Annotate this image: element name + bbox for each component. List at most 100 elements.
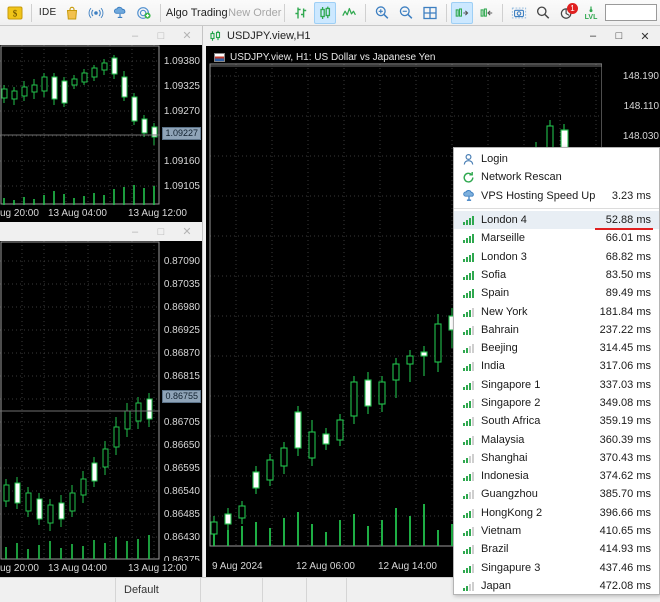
- server-item[interactable]: Marseille66.01 ms: [454, 229, 659, 247]
- price-level: 1.09380: [164, 57, 200, 67]
- status-profile-label: Default: [124, 584, 159, 596]
- menu-item-vps-hosting-speed-up[interactable]: VPS Hosting Speed Up3.23 ms: [454, 187, 659, 205]
- server-item[interactable]: Singapure 3437.46 ms: [454, 559, 659, 577]
- left-bottom-chart-titlebar[interactable]: – □ ✕: [0, 222, 202, 241]
- server-name: Sofia: [477, 269, 606, 281]
- server-name: London 3: [477, 251, 606, 263]
- minimize-icon[interactable]: –: [122, 223, 148, 240]
- left-top-time-axis: ug 20:00 13 Aug 04:00 13 Aug 12:00: [0, 206, 202, 222]
- status-cell-empty-2: [201, 578, 263, 602]
- server-item[interactable]: Japan472.08 ms: [454, 577, 659, 595]
- close-icon[interactable]: ✕: [632, 28, 658, 45]
- signal-icon: [460, 563, 477, 573]
- toolbar-search-input[interactable]: [605, 4, 657, 21]
- signal-icon: [460, 343, 477, 353]
- maximize-icon[interactable]: □: [606, 28, 632, 45]
- maximize-icon[interactable]: □: [148, 27, 174, 44]
- new-order-label: New Order: [224, 7, 281, 19]
- new-order-button[interactable]: New Order: [226, 2, 279, 24]
- grid-icon[interactable]: [419, 2, 441, 24]
- minimize-icon[interactable]: –: [580, 28, 606, 45]
- volume-level-icon[interactable]: LVL: [580, 2, 602, 24]
- algo-trading-button[interactable]: Algo Trading: [165, 2, 224, 24]
- current-price-tag: 1.09227: [162, 127, 201, 140]
- server-name: Marseille: [477, 232, 606, 244]
- close-icon[interactable]: ✕: [174, 223, 200, 240]
- status-cell-empty-3: [263, 578, 307, 602]
- server-item[interactable]: Beejing314.45 ms: [454, 339, 659, 357]
- currency-exchange-icon[interactable]: $: [4, 2, 26, 24]
- server-item[interactable]: Singapore 1337.03 ms: [454, 376, 659, 394]
- server-item[interactable]: Vietnam410.65 ms: [454, 522, 659, 540]
- server-item[interactable]: Spain89.49 ms: [454, 284, 659, 302]
- menu-item-network-rescan[interactable]: Network Rescan: [454, 168, 659, 186]
- candlestick-window-icon: [209, 30, 222, 42]
- server-item[interactable]: HongKong 2396.66 ms: [454, 504, 659, 522]
- server-item[interactable]: Sofia83.50 ms: [454, 266, 659, 284]
- zoom-out-icon[interactable]: [395, 2, 417, 24]
- zoom-in-icon[interactable]: [371, 2, 393, 24]
- server-latency: 66.01 ms: [606, 232, 651, 244]
- maximize-icon[interactable]: □: [148, 223, 174, 240]
- price-level: 0.86485: [164, 510, 200, 520]
- server-latency: 396.66 ms: [600, 507, 651, 519]
- signal-strength-icon: [463, 380, 474, 390]
- signal-icon: [460, 288, 477, 298]
- signal-strength-icon: [463, 563, 474, 573]
- server-item[interactable]: New York181.84 ms: [454, 302, 659, 320]
- selected-server-underline: [595, 228, 653, 230]
- server-item[interactable]: Malaysia360.39 ms: [454, 430, 659, 448]
- scroll-end-icon[interactable]: [451, 2, 473, 24]
- server-latency: 410.65 ms: [600, 525, 651, 537]
- time-label: 9 Aug 2024: [212, 561, 263, 572]
- left-top-chart-titlebar[interactable]: – □ ✕: [0, 26, 202, 45]
- line-chart-icon[interactable]: [338, 2, 360, 24]
- vps-cloud-icon[interactable]: [109, 2, 131, 24]
- notifications-icon[interactable]: 1: [556, 2, 578, 24]
- signal-icon: [460, 435, 477, 445]
- ide-button[interactable]: IDE: [37, 2, 59, 24]
- server-latency: 181.84 ms: [600, 306, 651, 318]
- server-name: London 4: [477, 214, 606, 226]
- time-label: 13 Aug 04:00: [48, 563, 107, 574]
- status-profile-cell[interactable]: Default: [116, 578, 201, 602]
- signal-icon: [460, 508, 477, 518]
- signals-icon[interactable]: [85, 2, 107, 24]
- minimize-icon[interactable]: –: [122, 27, 148, 44]
- bar-chart-icon[interactable]: [290, 2, 312, 24]
- price-level: 0.86540: [164, 487, 200, 497]
- signal-icon: [460, 471, 477, 481]
- close-icon[interactable]: ✕: [174, 27, 200, 44]
- main-chart-titlebar[interactable]: USDJPY.view,H1 – □ ✕: [203, 26, 660, 46]
- server-item[interactable]: Singapore 2349.08 ms: [454, 394, 659, 412]
- server-name: Indonesia: [477, 470, 600, 482]
- server-item[interactable]: Indonesia374.62 ms: [454, 467, 659, 485]
- server-item[interactable]: London 368.82 ms: [454, 247, 659, 265]
- server-item[interactable]: London 452.88 ms: [454, 211, 659, 229]
- server-name: Beejing: [477, 342, 600, 354]
- main-toolbar: $ IDE Algo Trading New Order: [0, 0, 660, 26]
- price-level: 148.110: [624, 102, 659, 112]
- signal-strength-icon: [463, 233, 474, 243]
- server-latency: 349.08 ms: [600, 397, 651, 409]
- chart-shift-icon[interactable]: [475, 2, 497, 24]
- server-item[interactable]: India317.06 ms: [454, 357, 659, 375]
- server-item[interactable]: Guangzhou385.70 ms: [454, 485, 659, 503]
- menu-item-login[interactable]: Login: [454, 150, 659, 168]
- left-top-chart-canvas[interactable]: 1.09380 1.09325 1.09270 1.09215 1.09160 …: [0, 45, 202, 222]
- server-item[interactable]: Bahrain237.22 ms: [454, 321, 659, 339]
- left-bottom-chart-canvas[interactable]: 0.87090 0.87035 0.86980 0.86925 0.86870 …: [0, 241, 202, 577]
- server-latency: 337.03 ms: [600, 379, 651, 391]
- server-item[interactable]: South Africa359.19 ms: [454, 412, 659, 430]
- candlestick-chart-icon[interactable]: [314, 2, 336, 24]
- signal-icon: [460, 252, 477, 262]
- market-bag-icon[interactable]: [61, 2, 83, 24]
- server-latency: 437.46 ms: [600, 562, 651, 574]
- server-item[interactable]: Brazil414.93 ms: [454, 540, 659, 558]
- screenshot-icon[interactable]: [508, 2, 530, 24]
- server-item[interactable]: Shanghai370.43 ms: [454, 449, 659, 467]
- search-icon[interactable]: [532, 2, 554, 24]
- copy-trading-icon[interactable]: [133, 2, 155, 24]
- server-name: Guangzhou: [477, 488, 600, 500]
- signal-icon: [460, 544, 477, 554]
